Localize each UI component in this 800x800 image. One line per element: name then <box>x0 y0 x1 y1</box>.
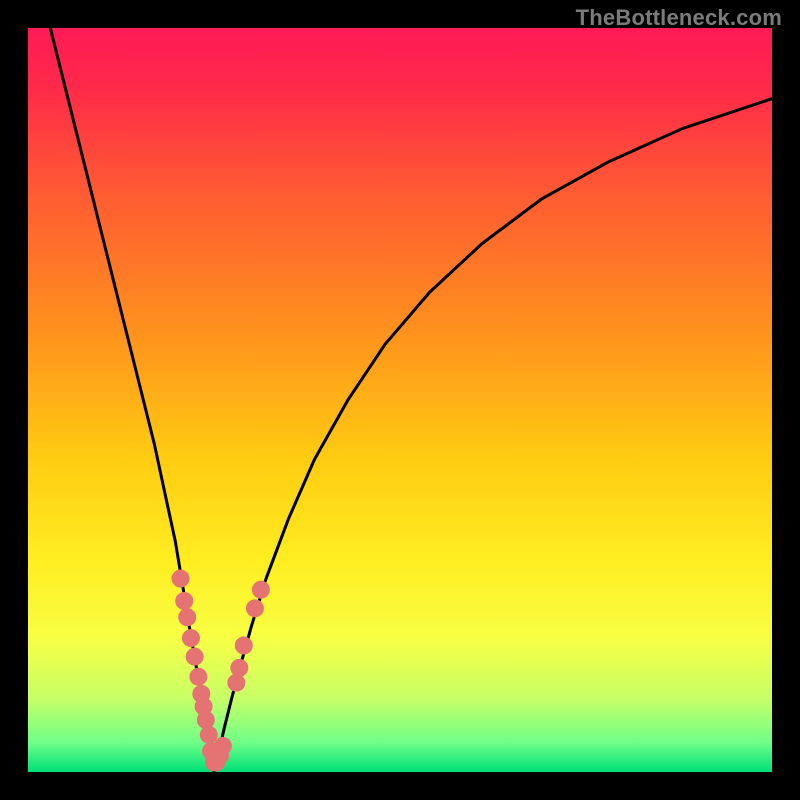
marker-point <box>227 674 245 692</box>
marker-point <box>200 726 218 744</box>
plot-area <box>28 28 772 772</box>
watermark-label: TheBottleneck.com <box>576 5 782 31</box>
marker-point <box>175 592 193 610</box>
marker-point <box>178 608 196 626</box>
marker-point <box>186 648 204 666</box>
marker-point <box>246 599 264 617</box>
marker-point <box>252 581 270 599</box>
chart-canvas <box>28 28 772 772</box>
marker-point <box>189 668 207 686</box>
marker-point <box>235 637 253 655</box>
marker-point <box>230 659 248 677</box>
chart-frame: TheBottleneck.com <box>0 0 800 800</box>
marker-point <box>214 737 232 755</box>
marker-point <box>182 629 200 647</box>
marker-point <box>197 711 215 729</box>
marker-point <box>172 570 190 588</box>
